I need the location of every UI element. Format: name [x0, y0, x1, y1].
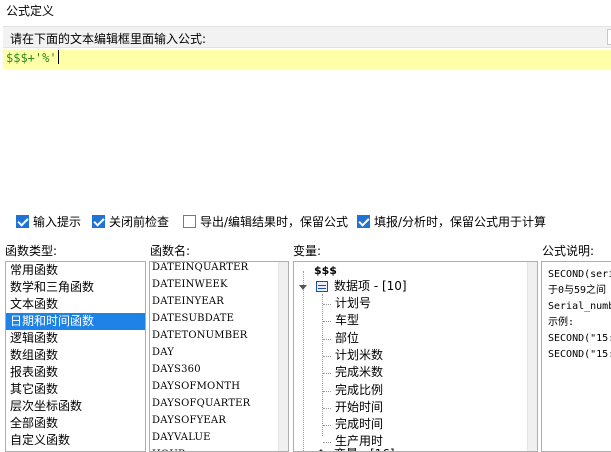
title-bar: 公式定义 [0, 0, 611, 20]
func-name-item[interactable]: DAYSOFYEAR [150, 412, 288, 429]
variable-root[interactable]: $$$ [314, 262, 337, 279]
variables-tree[interactable]: $$$ 数据项 - [10] 计划号 车型 部位 计划米数 完成米数 完成比例 开始时间 完成时间… [293, 261, 538, 452]
func-type-item[interactable]: 其它函数 [6, 381, 145, 398]
func-type-item[interactable]: 数组函数 [6, 347, 145, 364]
func-type-item[interactable]: 自定义函数 [6, 432, 145, 449]
checkbox-check-before-close[interactable] [92, 215, 105, 228]
description-line: SECOND(serial_number) [548, 269, 611, 280]
checkbox-input-hint[interactable] [16, 215, 29, 228]
func-type-item[interactable]: 全部函数 [6, 415, 145, 432]
dataset-field[interactable]: 完成米数 [335, 364, 383, 381]
func-type-item[interactable]: 日期和时间函数 [6, 313, 145, 330]
description-line: SECOND("15: [548, 333, 611, 344]
dataset-field[interactable]: 车型 [335, 312, 359, 329]
func-type-item[interactable]: 层次坐标函数 [6, 398, 145, 415]
tree-branch-line [323, 355, 331, 357]
tree-guide-line [303, 271, 304, 451]
prompt-corner [607, 29, 611, 45]
func-name-item[interactable]: DAY [150, 344, 288, 361]
func-name-item[interactable]: DATESUBDATE [150, 310, 288, 327]
func-type-item[interactable]: 常用函数 [6, 262, 145, 279]
func-name-item[interactable]: DATETONUMBER [150, 327, 288, 344]
variable-group-node[interactable]: 变量 - [16] [334, 446, 395, 451]
checkbox-keep-formula-export[interactable] [183, 215, 196, 228]
checkbox-keep-formula-calc[interactable] [357, 215, 370, 228]
option-label: 输入提示 [33, 215, 82, 229]
text-caret [57, 50, 59, 64]
tree-branch-line [323, 304, 331, 305]
option-label: 填报/分析时，保留公式用于计算 [374, 215, 547, 229]
tree-branch-line [323, 373, 331, 375]
func-name-label: 函数名: [150, 244, 191, 258]
tree-branch-line [323, 321, 331, 323]
description-line: 示例: [548, 317, 575, 328]
func-name-item[interactable]: DAYSOFQUARTER [150, 395, 288, 412]
func-name-list[interactable]: DATEINQUARTER DATEINWEEK DATEINYEAR DATESUB… [149, 261, 289, 452]
formula-code[interactable]: $$$+'%' [6, 50, 59, 65]
option-keep-formula-calc[interactable]: 填报/分析时，保留公式用于计算 [357, 213, 546, 230]
func-name-item[interactable]: DAYS360 [150, 361, 288, 378]
variable-icon: ❖ [316, 447, 326, 451]
func-type-item[interactable]: 报表函数 [6, 364, 145, 381]
func-name-item[interactable]: DATEINWEEK [150, 276, 288, 293]
option-label: 关闭前检查 [109, 215, 170, 229]
description-panel: SECOND(serial_number) 于0与59之间 Serial_numbe… [541, 261, 611, 452]
current-line-highlight [3, 50, 611, 69]
dataset-node[interactable]: 数据项 - [10] [334, 278, 407, 295]
variables-label: 变量: [293, 244, 322, 258]
func-type-label: 函数类型: [5, 244, 58, 258]
func-type-list[interactable]: 常用函数 数学和三角函数 文本函数 日期和时间函数 逻辑函数 数组函数 报表函数 其它函数 层次… [5, 261, 146, 452]
func-type-item[interactable]: 文本函数 [6, 296, 145, 313]
window-title: 公式定义 [6, 4, 55, 18]
func-type-item[interactable]: 数学和三角函数 [6, 279, 145, 296]
func-name-item[interactable]: DAYSOFMONTH [150, 378, 288, 395]
tree-branch-line [323, 390, 331, 392]
func-name-item[interactable]: DATEINQUARTER [150, 262, 288, 276]
dataset-field[interactable]: 计划号 [335, 295, 371, 312]
dataset-icon [316, 281, 328, 292]
option-label: 导出/编辑结果时，保留公式 [200, 215, 349, 229]
tree-guide-line [322, 294, 323, 436]
description-line: 于0与59之间 [548, 285, 607, 296]
dataset-field[interactable]: 完成时间 [335, 416, 383, 433]
func-type-item[interactable]: 逻辑函数 [6, 330, 145, 347]
func-name-item[interactable]: DATEINYEAR [150, 293, 288, 310]
tree-branch-line [323, 442, 331, 444]
option-input-hint[interactable]: 输入提示 [16, 213, 81, 230]
prompt-text: 请在下面的文本编辑框里面输入公式: [10, 32, 207, 46]
description-line: Serial_number [548, 301, 611, 312]
description-line: SECOND("15: [548, 349, 611, 360]
dataset-field[interactable]: 计划米数 [335, 347, 383, 364]
formula-editor[interactable]: $$$+'%' [3, 48, 611, 204]
func-name-scrollbar[interactable] [278, 262, 288, 451]
tree-branch-line [323, 338, 331, 340]
dataset-field[interactable]: 开始时间 [335, 399, 383, 416]
func-name-item[interactable]: DAYVALUE [150, 429, 288, 446]
option-keep-formula-export[interactable]: 导出/编辑结果时，保留公式 [183, 213, 348, 230]
dataset-field[interactable]: 部位 [335, 330, 359, 347]
expand-arrow-icon[interactable] [299, 285, 307, 290]
tree-branch-line [323, 407, 331, 409]
tree-branch-line [323, 425, 331, 427]
func-name-item[interactable]: HOUR [150, 446, 288, 451]
dataset-field[interactable]: 完成比例 [335, 382, 383, 399]
variables-scrollbar[interactable] [527, 262, 537, 451]
option-check-before-close[interactable]: 关闭前检查 [92, 213, 169, 230]
description-label: 公式说明: [542, 244, 595, 258]
options-row: 输入提示 关闭前检查 导出/编辑结果时，保留公式 填报/分析时，保留公式用于计算 [0, 212, 611, 232]
prompt-bar: 请在下面的文本编辑框里面输入公式: [3, 26, 611, 48]
